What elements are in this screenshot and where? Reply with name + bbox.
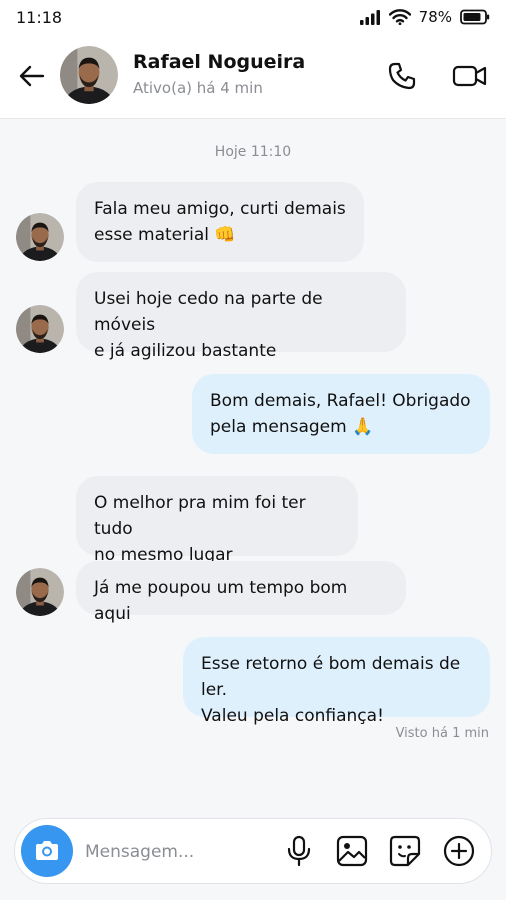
phone-icon (388, 62, 416, 90)
message-bubble-outgoing[interactable]: Bom demais, Rafael! Obrigado pela mensag… (192, 374, 490, 454)
back-button[interactable] (14, 58, 50, 94)
sender-avatar[interactable] (16, 305, 64, 353)
avatar-photo (16, 305, 64, 353)
more-options-button[interactable] (441, 833, 477, 869)
avatar-photo (16, 568, 64, 616)
contact-active-status: Ativo(a) há 4 min (133, 79, 263, 97)
sticker-icon (389, 835, 421, 867)
voice-message-button[interactable] (281, 833, 317, 869)
seen-receipt: Visto há 1 min (395, 726, 489, 741)
signal-icon (359, 10, 380, 25)
voice-call-button[interactable] (382, 56, 422, 96)
microphone-icon (287, 835, 311, 867)
message-input[interactable] (83, 837, 277, 867)
battery-icon (460, 9, 490, 25)
chat-header: Rafael Nogueira Ativo(a) há 4 min (0, 36, 506, 119)
message-bubble-incoming[interactable]: Já me poupou um tempo bom aqui (76, 561, 406, 624)
video-camera-icon (452, 65, 487, 87)
sticker-button[interactable] (387, 833, 423, 869)
contact-name[interactable]: Rafael Nogueira (133, 51, 305, 73)
message-bubble-incoming[interactable]: Usei hoje cedo na parte de móveis e já a… (76, 272, 406, 361)
sender-avatar[interactable] (16, 213, 64, 261)
message-composer (14, 818, 492, 884)
status-bar: 11:18 78% (0, 0, 506, 36)
message-bubble-incoming[interactable]: O melhor pra mim foi ter tudo no mesmo l… (76, 476, 358, 565)
arrow-left-icon (19, 65, 45, 87)
date-separator: Hoje 11:10 (214, 144, 292, 160)
plus-circle-icon (443, 835, 475, 867)
gallery-button[interactable] (334, 833, 370, 869)
contact-avatar[interactable] (60, 46, 118, 104)
video-call-button[interactable] (448, 56, 492, 96)
avatar-photo (60, 46, 118, 104)
message-bubble-outgoing[interactable]: Esse retorno é bom demais de ler. Valeu … (183, 637, 490, 726)
battery-percentage: 78% (418, 8, 452, 26)
sender-avatar[interactable] (16, 568, 64, 616)
camera-button[interactable] (21, 825, 73, 877)
wifi-icon (388, 9, 411, 25)
image-icon (336, 835, 368, 867)
status-time: 11:18 (16, 8, 63, 27)
message-bubble-incoming[interactable]: Fala meu amigo, curti demais esse materi… (76, 182, 364, 262)
avatar-photo (16, 213, 64, 261)
camera-icon (36, 841, 58, 860)
status-icons: 78% (359, 8, 490, 26)
